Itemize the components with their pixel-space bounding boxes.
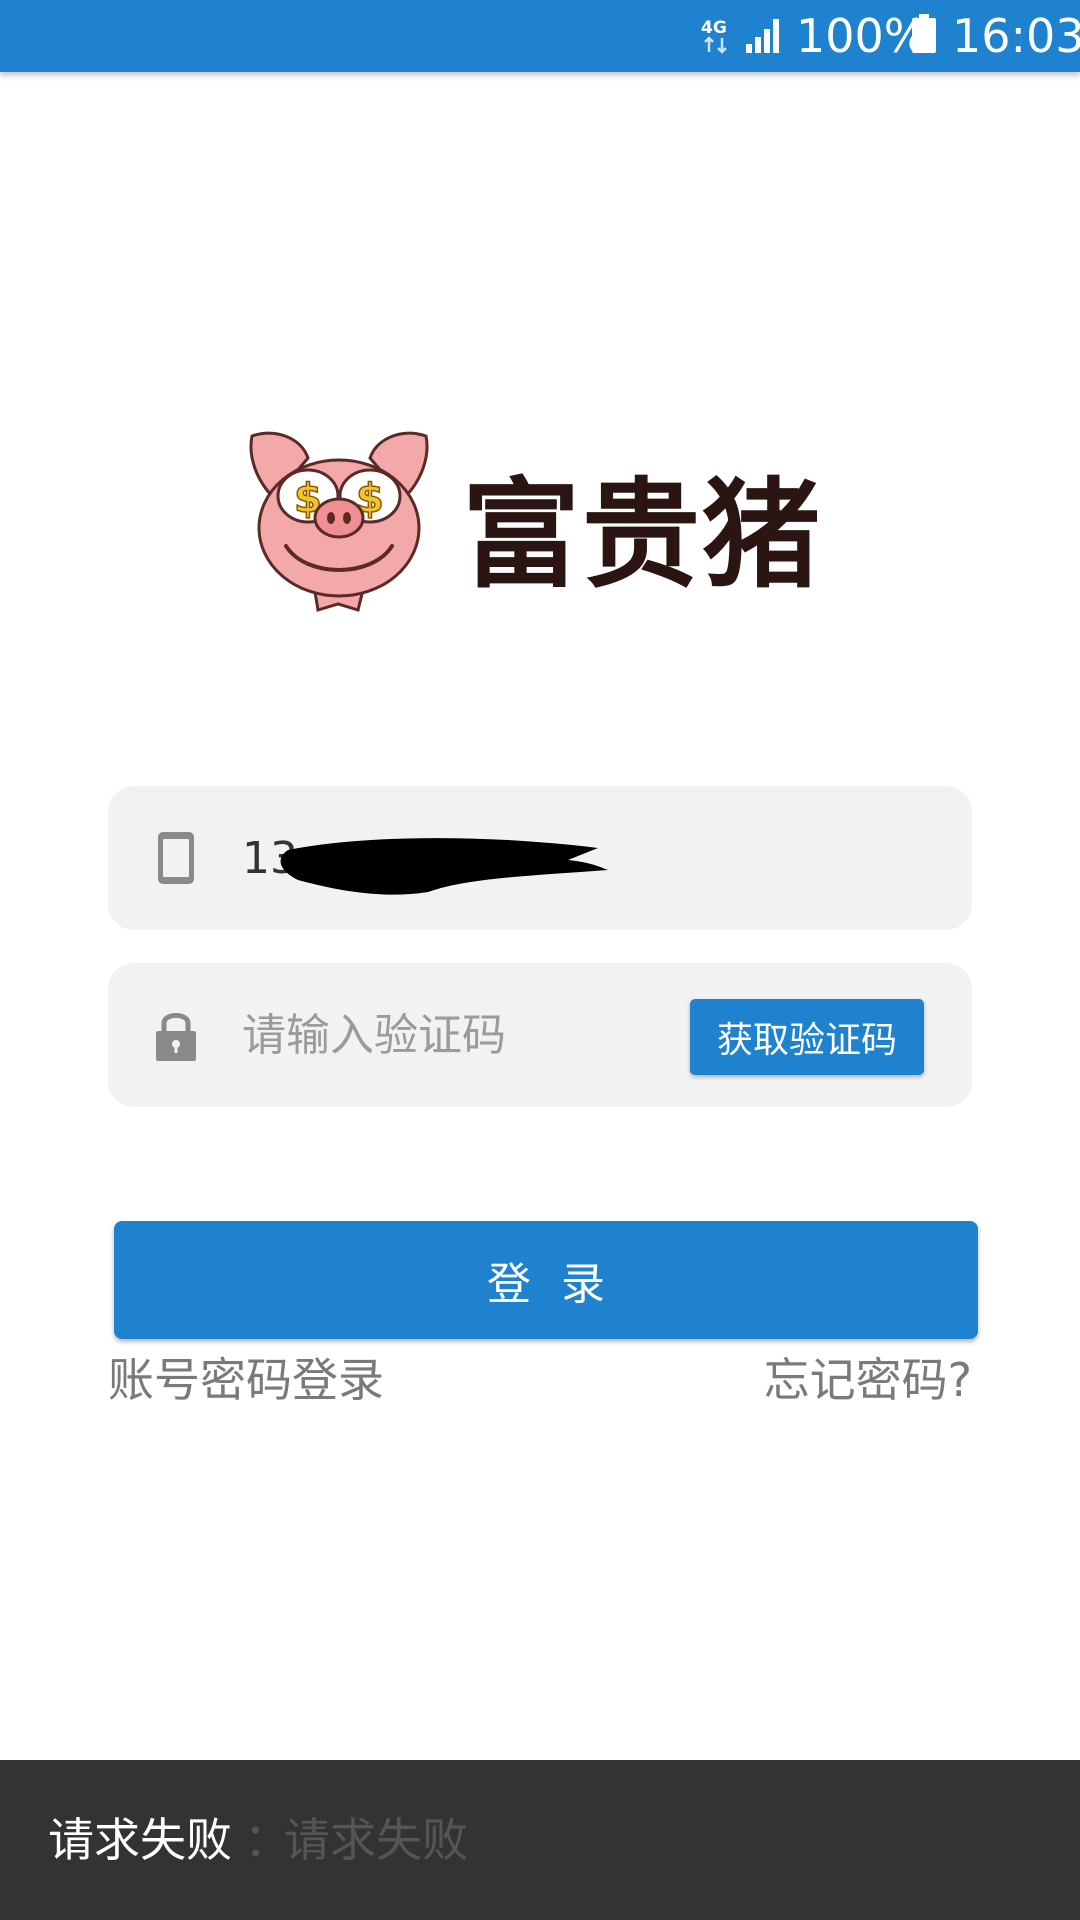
account-password-login-link[interactable]: 账号密码登录 [108, 1352, 384, 1408]
brand-name: 富贵猪 [462, 466, 823, 604]
battery-icon [912, 14, 936, 53]
network-4g-icon: 4G [701, 18, 727, 54]
phone-field [108, 786, 972, 930]
phone-icon [158, 832, 194, 884]
get-code-button[interactable]: 获取验证码 [690, 999, 924, 1075]
network-label: 4G [701, 18, 727, 38]
pig-mascot-icon: $ $ [249, 431, 429, 612]
app-logo: $ $ 富贵猪 [246, 428, 846, 618]
error-toast: 请求失败 ： 请求失败 [0, 1760, 1080, 1920]
login-screen: 4G 100% 16:03 $ $ 富贵猪 13 请输入验证码 获取验证码 登录… [0, 0, 1080, 1920]
login-button[interactable]: 登录 [114, 1221, 978, 1339]
verification-code-input[interactable] [242, 999, 662, 1071]
clock: 16:03 [952, 9, 1080, 63]
verification-code-field: 获取验证码 [108, 963, 972, 1107]
redaction-mark [280, 838, 608, 895]
signal-icon [746, 19, 779, 53]
toast-title: 请求失败 [48, 1813, 232, 1867]
battery-percentage: 100% [796, 9, 928, 63]
forgot-password-link[interactable]: 忘记密码? [764, 1352, 972, 1408]
toast-message: 请求失败 [284, 1813, 468, 1867]
status-bar: 4G 100% 16:03 [0, 0, 1080, 72]
lock-icon [156, 1013, 196, 1061]
